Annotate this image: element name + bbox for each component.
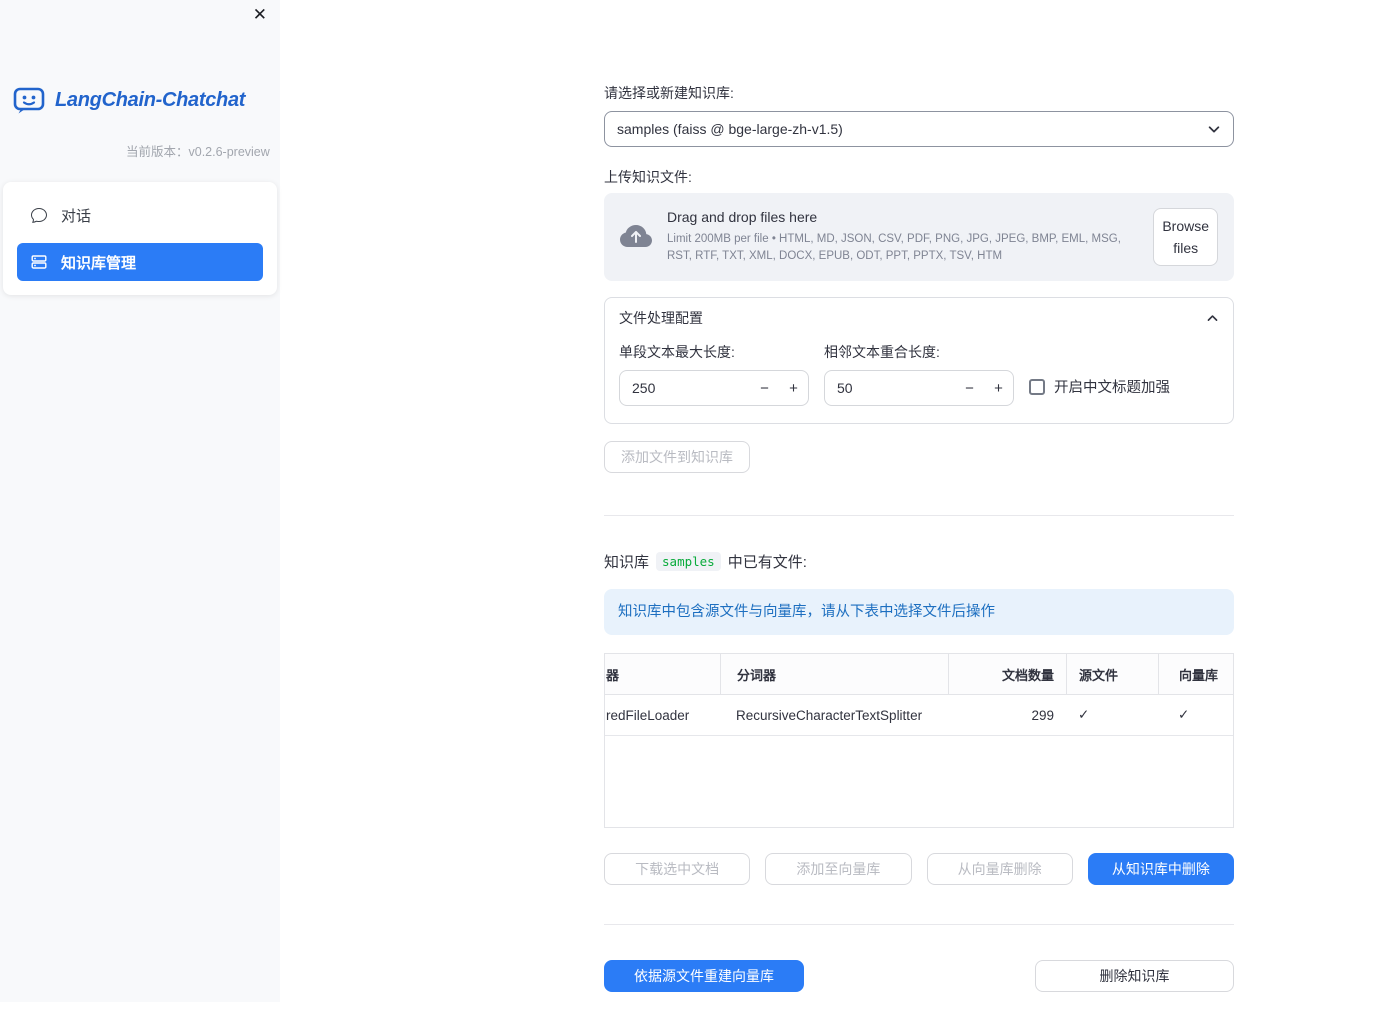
chunk-size-label: 单段文本最大长度:: [619, 342, 809, 362]
kb-select[interactable]: samples (faiss @ bge-large-zh-v1.5): [604, 111, 1234, 147]
main-content: 请选择或新建知识库: samples (faiss @ bge-large-zh…: [280, 0, 1380, 1029]
download-selected-button[interactable]: 下载选中文档: [604, 853, 750, 885]
zh-title-checkbox[interactable]: 开启中文标题加强: [1029, 376, 1170, 397]
file-actions: 下载选中文档 添加至向量库 从向量库删除 从知识库中删除: [604, 853, 1234, 885]
chunk-decrement-button[interactable]: −: [750, 371, 779, 405]
rebuild-vector-store-button[interactable]: 依据源文件重建向量库: [604, 960, 804, 992]
zh-title-checkbox-label: 开启中文标题加强: [1054, 376, 1170, 397]
add-files-to-kb-button[interactable]: 添加文件到知识库: [604, 441, 750, 473]
sidebar-close-icon[interactable]: ✕: [253, 6, 267, 23]
divider: [604, 924, 1234, 925]
file-config-expander: 文件处理配置 单段文本最大长度: − +: [604, 297, 1234, 424]
chat-icon: [31, 207, 47, 223]
version-caption: 当前版本：v0.2.6-preview: [0, 141, 280, 160]
column-header-vector-store[interactable]: 向量库: [1158, 654, 1233, 694]
overlap-decrement-button[interactable]: −: [955, 371, 984, 405]
delete-from-kb-button[interactable]: 从知识库中删除: [1088, 853, 1234, 885]
kb-files-prefix: 知识库: [604, 551, 649, 572]
table-row[interactable]: redFileLoader RecursiveCharacterTextSpli…: [605, 695, 1233, 736]
cell-source-file-check: ✓: [1066, 695, 1158, 735]
chevron-down-icon: [1207, 122, 1221, 136]
overlap-label: 相邻文本重合长度:: [824, 342, 1014, 362]
chunk-size-input: − +: [619, 370, 809, 406]
cell-loader: redFileLoader: [605, 695, 720, 735]
sidebar-menu: 对话 知识库管理: [3, 182, 277, 295]
info-alert: 知识库中包含源文件与向量库，请从下表中选择文件后操作: [604, 589, 1234, 635]
sidebar-item-dialogue[interactable]: 对话: [17, 196, 263, 234]
cell-splitter: RecursiveCharacterTextSplitter: [720, 695, 948, 735]
file-dropzone[interactable]: Drag and drop files here Limit 200MB per…: [604, 193, 1234, 281]
cell-doc-count: 299: [948, 695, 1066, 735]
upload-label: 上传知识文件:: [604, 167, 1234, 187]
table-header-row: 器 分词器 文档数量 源文件 向量库: [605, 654, 1233, 695]
sidebar-item-kb-management[interactable]: 知识库管理: [17, 243, 263, 281]
dropzone-title: Drag and drop files here: [667, 209, 1138, 225]
divider: [604, 515, 1234, 516]
column-header-splitter[interactable]: 分词器: [720, 654, 948, 694]
overlap-increment-button[interactable]: +: [984, 371, 1013, 405]
sidebar: ✕ LangChain-Chatchat 当前版本：v0.2.6-preview…: [0, 0, 280, 1002]
chunk-size-field[interactable]: [620, 380, 750, 396]
stack-icon: [31, 254, 47, 270]
upload-cloud-icon: [620, 221, 652, 253]
chunk-increment-button[interactable]: +: [779, 371, 808, 405]
kb-name-code: samples: [656, 552, 721, 571]
logo-text: LangChain-Chatchat: [55, 89, 245, 112]
browse-files-button[interactable]: Browse files: [1153, 208, 1218, 267]
dropzone-hint: Limit 200MB per file • HTML, MD, JSON, C…: [667, 231, 1138, 264]
delete-kb-button[interactable]: 删除知识库: [1035, 960, 1234, 992]
kb-files-suffix: 中已有文件:: [728, 551, 807, 572]
delete-from-vector-store-button[interactable]: 从向量库删除: [927, 853, 1073, 885]
kb-bottom-actions: 依据源文件重建向量库 删除知识库: [604, 960, 1234, 992]
kb-select-value: samples (faiss @ bge-large-zh-v1.5): [617, 121, 843, 137]
column-header-source-file[interactable]: 源文件: [1066, 654, 1158, 694]
sidebar-item-label: 对话: [61, 205, 91, 226]
kb-select-label: 请选择或新建知识库:: [604, 83, 1234, 103]
expander-header[interactable]: 文件处理配置: [605, 298, 1233, 338]
kb-files-table[interactable]: 器 分词器 文档数量 源文件 向量库 redFileLoader Recursi…: [604, 653, 1234, 828]
expander-title: 文件处理配置: [619, 308, 703, 328]
checkbox-box[interactable]: [1029, 379, 1045, 395]
sidebar-item-label: 知识库管理: [61, 252, 136, 273]
add-to-vector-store-button[interactable]: 添加至向量库: [765, 853, 911, 885]
column-header-loader[interactable]: 器: [605, 654, 720, 694]
overlap-input: − +: [824, 370, 1014, 406]
kb-files-heading: 知识库 samples 中已有文件:: [604, 551, 1234, 572]
dropzone-text: Drag and drop files here Limit 200MB per…: [667, 209, 1138, 264]
expander-body: 单段文本最大长度: − + 相邻文本重合长度: − +: [605, 338, 1233, 423]
column-header-doc-count[interactable]: 文档数量: [948, 654, 1066, 694]
cell-vector-store-check: ✓: [1158, 695, 1233, 735]
logo-chat-icon: [12, 85, 46, 115]
overlap-field[interactable]: [825, 380, 955, 396]
app-logo: LangChain-Chatchat: [0, 0, 280, 115]
chevron-up-icon: [1206, 312, 1219, 325]
